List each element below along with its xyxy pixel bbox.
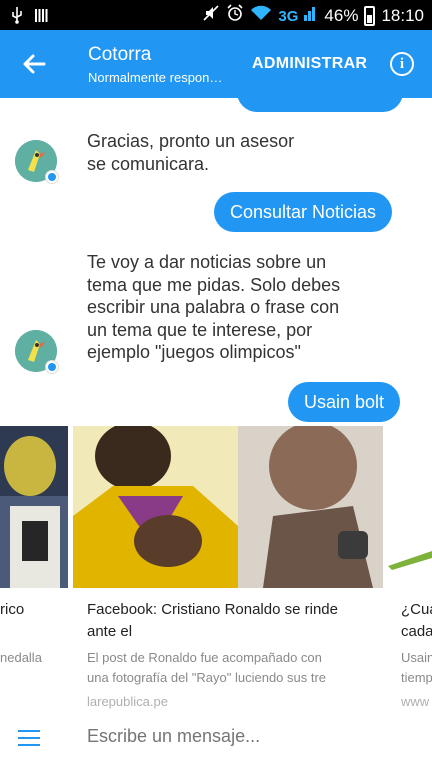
alarm-icon bbox=[226, 4, 244, 28]
news-card-title: Facebook: Cristiano Ronaldo se rinde ant… bbox=[87, 599, 338, 643]
back-arrow-icon[interactable] bbox=[18, 48, 50, 80]
clock: 18:10 bbox=[381, 6, 424, 25]
message-line: Te voy a dar noticias sobre un bbox=[87, 252, 327, 272]
bot-message: Gracias, pronto un asesor se comunicara. bbox=[87, 130, 294, 175]
bars-notification-icon bbox=[34, 7, 48, 29]
desc-line: El post de Ronaldo fue acompañado con bbox=[87, 650, 322, 665]
news-card-description: nedalla bbox=[0, 648, 42, 668]
bot-avatar bbox=[15, 330, 59, 374]
title-line: ¿Cua bbox=[401, 601, 432, 618]
news-card[interactable]: ¿Cua cada Usain tiemp www bbox=[388, 426, 432, 712]
title-line: Facebook: Cristiano Ronaldo se rinde bbox=[87, 601, 338, 618]
battery-icon bbox=[364, 6, 376, 26]
title-line: rico bbox=[0, 601, 25, 618]
news-card-description: El post de Ronaldo fue acompañado con un… bbox=[87, 648, 326, 688]
news-card[interactable]: Facebook: Cristiano Ronaldo se rinde ant… bbox=[73, 426, 383, 712]
message-line: un tema que te interese, por bbox=[87, 319, 313, 340]
messenger-badge-icon bbox=[45, 170, 59, 184]
usb-icon bbox=[10, 6, 24, 30]
bot-message: Te voy a dar noticias sobre un tema que … bbox=[87, 251, 340, 364]
title-line: cada bbox=[401, 623, 432, 640]
desc-line: Usain bbox=[401, 650, 432, 665]
composer bbox=[0, 712, 432, 768]
chat-title: Cotorra bbox=[88, 44, 152, 65]
chat-thread[interactable]: Gracias, pronto un asesor se comunicara.… bbox=[0, 98, 432, 712]
news-card-image bbox=[388, 426, 432, 588]
administrar-button[interactable]: ADMINISTRAR bbox=[252, 55, 367, 73]
message-input[interactable] bbox=[87, 726, 407, 747]
news-card-image bbox=[0, 426, 68, 588]
chat-subtitle: Normalmente responde al instante bbox=[88, 70, 226, 85]
desc-line: una fotografía del "Rayo" luciendo sus t… bbox=[87, 670, 327, 685]
news-carousel[interactable]: rico nedalla Facebook: Cristiano Ronaldo… bbox=[0, 426, 432, 712]
news-card[interactable]: rico nedalla bbox=[0, 426, 68, 712]
news-card-source: www bbox=[401, 694, 430, 709]
user-message-bubble: Consultar Noticias bbox=[214, 192, 393, 232]
news-card-source: larepublica.pe bbox=[87, 694, 168, 709]
news-card-description: Usain tiemp bbox=[401, 648, 432, 688]
news-card-image bbox=[73, 426, 383, 588]
mute-icon bbox=[202, 4, 220, 28]
previous-user-bubble bbox=[237, 98, 403, 112]
wifi-icon bbox=[250, 5, 272, 27]
message-line: ejemplo "juegos olimpicos" bbox=[87, 342, 301, 362]
status-bar: 3G 46% 18:10 bbox=[0, 0, 432, 30]
message-line: Gracias, pronto un asesor bbox=[87, 131, 295, 151]
battery-percentage: 46% bbox=[324, 6, 359, 25]
message-line: se comunicara. bbox=[87, 153, 210, 174]
desc-line: tiemp bbox=[401, 670, 432, 685]
message-line: tema que me pidas. Solo debes bbox=[87, 274, 341, 295]
news-card-title: rico bbox=[0, 599, 24, 621]
menu-icon[interactable] bbox=[18, 730, 40, 746]
bot-avatar bbox=[15, 140, 59, 184]
info-icon[interactable]: i bbox=[390, 52, 414, 76]
news-card-title: ¿Cua cada bbox=[401, 599, 432, 643]
signal-icon bbox=[304, 5, 318, 27]
messenger-badge-icon bbox=[45, 360, 59, 374]
app-bar: Cotorra Normalmente responde al instante… bbox=[0, 30, 432, 98]
network-type: 3G bbox=[278, 7, 299, 25]
title-line: ante el bbox=[87, 623, 133, 640]
desc-line: nedalla bbox=[0, 650, 42, 665]
user-message-bubble: Usain bolt bbox=[288, 382, 401, 422]
message-line: escribir una palabra o frase con bbox=[87, 297, 340, 317]
